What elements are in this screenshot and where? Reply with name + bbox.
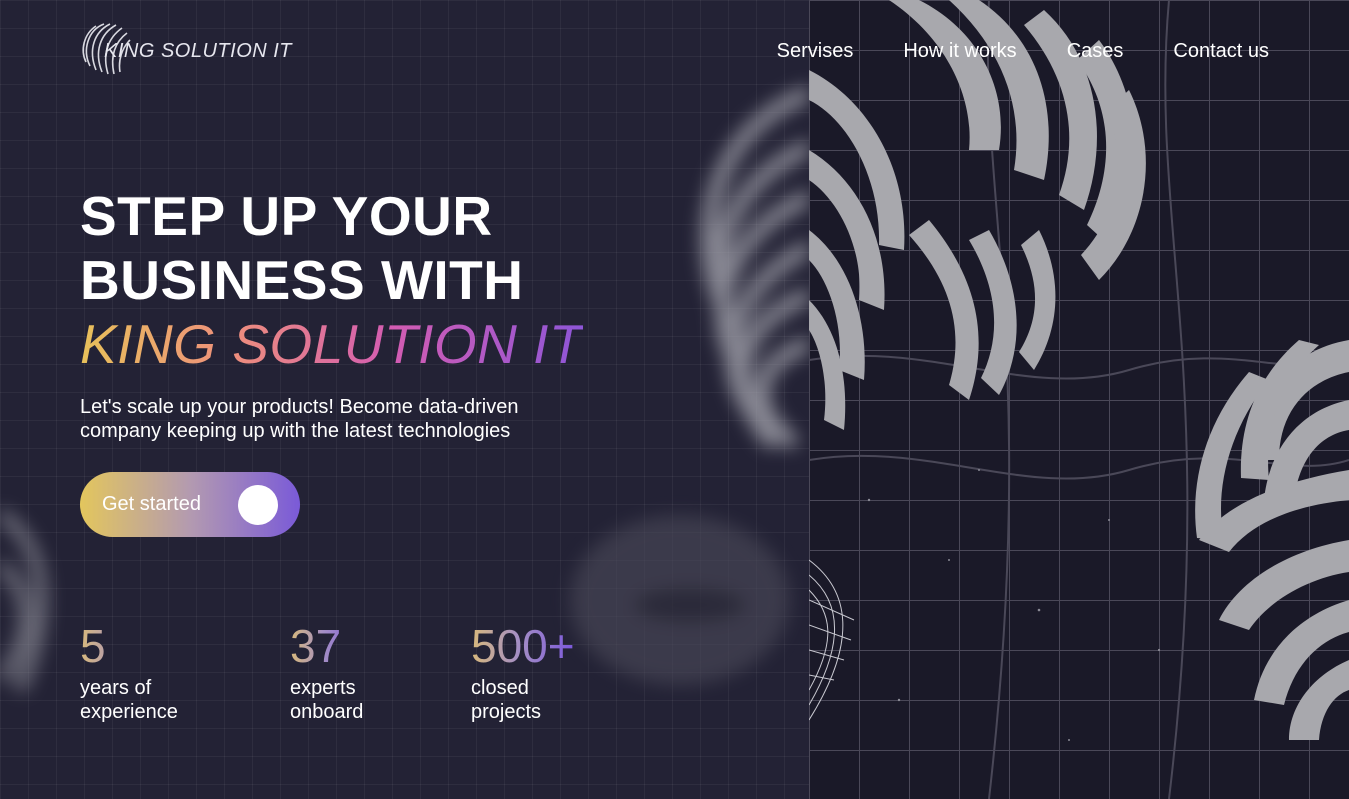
stat-number: 37 [290, 620, 363, 672]
stat-label-line2: experience [80, 701, 178, 723]
stat-label-line1: closed [471, 677, 529, 699]
hero-subtitle: Let's scale up your products! Become dat… [80, 395, 600, 443]
stat-label-line1: years of [80, 677, 152, 699]
stat-label-line1: experts [290, 677, 356, 699]
hero-background-right [809, 0, 1349, 799]
landing-page: KING SOLUTION IT Servises How it works C… [0, 0, 1349, 799]
get-started-button[interactable]: Get started [80, 472, 300, 537]
logo-text: KING SOLUTION IT [104, 39, 293, 62]
hero-title-line1: STEP UP YOUR [80, 185, 493, 247]
stat-number: 500+ [471, 620, 575, 672]
stat-label: years of experience [80, 676, 178, 724]
nav-item-contact-us[interactable]: Contact us [1173, 38, 1269, 64]
get-started-label: Get started [102, 493, 201, 515]
nav-item-services[interactable]: Servises [777, 38, 854, 64]
nav-item-cases[interactable]: Cases [1067, 38, 1124, 64]
decorative-grid-art [809, 0, 1349, 799]
stat-years: 5 years of experience [80, 620, 178, 724]
hero-subtitle-line1: Let's scale up your products! Become dat… [80, 396, 519, 418]
stat-label: experts onboard [290, 676, 363, 724]
hero-title-brand: KING SOLUTION IT [80, 313, 584, 375]
brand-logo[interactable]: KING SOLUTION IT [80, 20, 292, 76]
stat-label: closed projects [471, 676, 575, 724]
button-circle-icon [238, 485, 278, 525]
stat-experts: 37 experts onboard [290, 620, 363, 724]
hero-subtitle-line2: company keeping up with the latest techn… [80, 420, 511, 442]
hero-title-line2: BUSINESS WITH [80, 249, 524, 311]
stat-label-line2: projects [471, 701, 542, 723]
hero-title: STEP UP YOUR BUSINESS WITH KING SOLUTION… [80, 184, 583, 376]
stat-number: 5 [80, 620, 178, 672]
stat-projects: 500+ closed projects [471, 620, 575, 724]
stat-label-line2: onboard [290, 701, 364, 723]
nav-item-how-it-works[interactable]: How it works [903, 38, 1016, 64]
main-nav: Servises How it works Cases Contact us [777, 38, 1269, 64]
